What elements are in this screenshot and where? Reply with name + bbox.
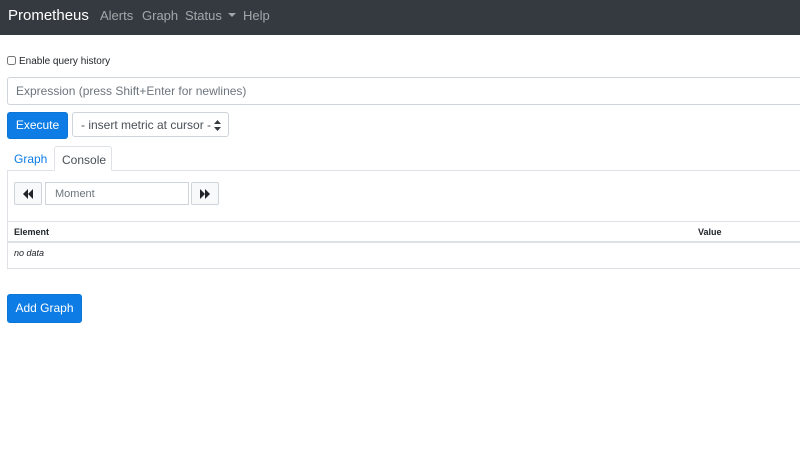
- nav-dropdown-status-label: Status: [185, 8, 222, 23]
- tab-console-label: Console: [62, 153, 107, 167]
- expression-placeholder: Expression (press Shift+Enter for newlin…: [16, 84, 247, 98]
- expression-input[interactable]: Expression (press Shift+Enter for newlin…: [7, 77, 800, 105]
- query-history-checkbox[interactable]: [7, 56, 16, 65]
- table-header-border: [8, 241, 800, 243]
- top-navbar: Prometheus Alerts Graph Status Help: [0, 0, 800, 35]
- tab-graph[interactable]: Graph: [14, 152, 47, 166]
- empty-table-message: no data: [14, 248, 45, 258]
- moment-forward-button[interactable]: [191, 182, 219, 205]
- caret-down-icon: [227, 13, 236, 17]
- tab-console[interactable]: Console: [54, 146, 112, 171]
- insert-metric-select[interactable]: - insert metric at cursor -: [72, 112, 229, 137]
- table-top-border: [8, 221, 800, 222]
- moment-back-button[interactable]: [14, 182, 42, 205]
- fast-forward-icon: [200, 189, 210, 199]
- execute-button[interactable]: Execute: [7, 112, 68, 139]
- query-history-toggle[interactable]: Enable query history: [7, 56, 110, 67]
- nav-link-graph[interactable]: Graph: [142, 8, 178, 23]
- moment-placeholder: Moment: [55, 188, 95, 200]
- nav-dropdown-status[interactable]: Status: [185, 8, 236, 23]
- column-header-value: Value: [698, 227, 722, 237]
- column-header-element: Element: [14, 227, 50, 237]
- nav-link-help[interactable]: Help: [243, 8, 270, 23]
- query-history-label: Enable query history: [19, 56, 111, 67]
- select-arrows-icon: [214, 120, 221, 131]
- brand-logo-text[interactable]: Prometheus: [8, 7, 89, 24]
- add-graph-button[interactable]: Add Graph: [7, 294, 82, 323]
- insert-metric-select-value: - insert metric at cursor -: [81, 118, 212, 132]
- nav-link-alerts[interactable]: Alerts: [100, 8, 133, 23]
- fast-backward-icon: [23, 189, 33, 199]
- moment-input[interactable]: Moment: [45, 182, 189, 205]
